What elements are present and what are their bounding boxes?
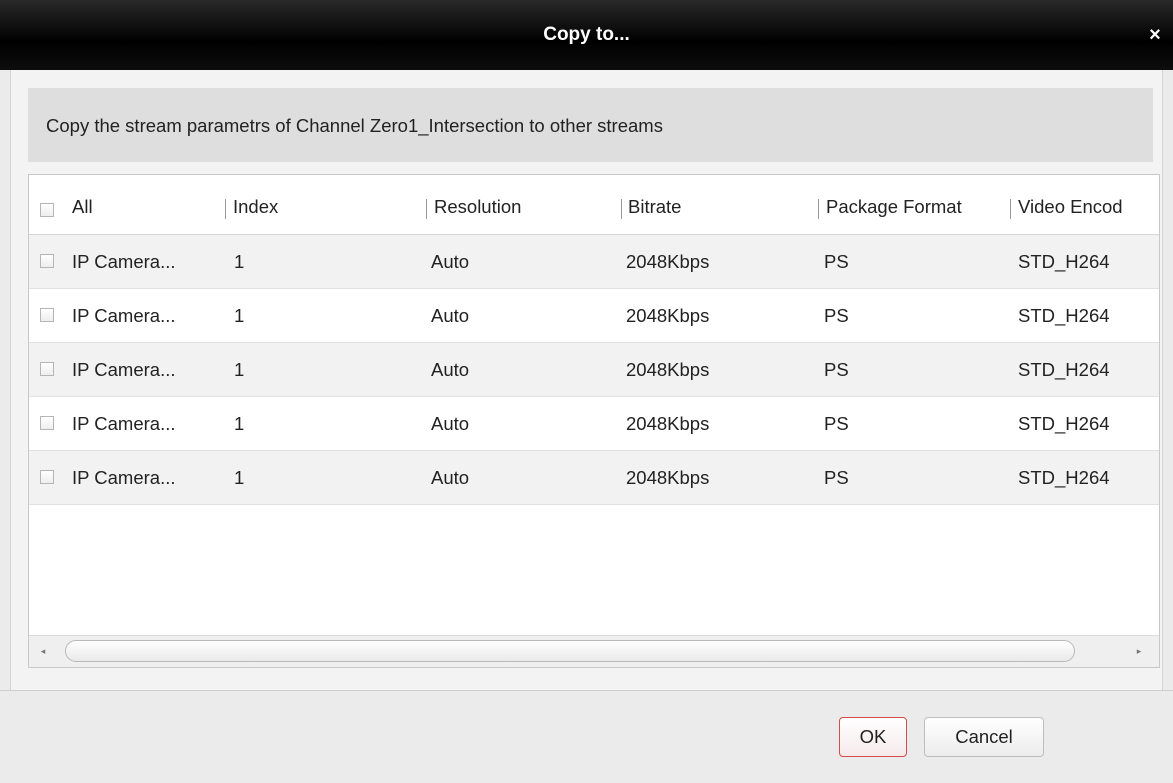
row-checkbox[interactable] [40, 308, 54, 322]
title-bar: Copy to... × [0, 0, 1173, 70]
header-video-encoding[interactable]: Video Encod [1018, 196, 1123, 218]
table-row[interactable]: IP Camera... 1 Auto 2048Kbps PS STD_H264 [29, 451, 1159, 505]
cell-package-format: PS [824, 467, 849, 488]
cell-name: IP Camera... [72, 305, 176, 326]
column-separator [818, 199, 819, 219]
ok-button[interactable]: OK [839, 717, 907, 757]
row-checkbox[interactable] [40, 470, 54, 484]
cell-bitrate: 2048Kbps [626, 305, 710, 326]
cell-package-format: PS [824, 305, 849, 326]
column-separator [1010, 199, 1011, 219]
cell-index: 1 [234, 467, 245, 488]
cell-index: 1 [234, 359, 245, 380]
cell-resolution: Auto [431, 305, 470, 326]
cell-resolution: Auto [431, 251, 470, 272]
cell-video-encoding: STD_H264 [1018, 413, 1110, 434]
close-icon[interactable]: × [1145, 25, 1165, 45]
row-checkbox[interactable] [40, 362, 54, 376]
table-row[interactable]: IP Camera... 1 Auto 2048Kbps PS STD_H264 [29, 343, 1159, 397]
header-all: All [72, 196, 93, 217]
table-header: All Index Resolution Bitrate Package For… [29, 175, 1159, 235]
cancel-button[interactable]: Cancel [924, 717, 1044, 757]
cell-video-encoding: STD_H264 [1018, 305, 1110, 326]
cell-video-encoding: STD_H264 [1018, 359, 1110, 380]
row-checkbox[interactable] [40, 254, 54, 268]
cell-package-format: PS [824, 359, 849, 380]
cell-name: IP Camera... [72, 467, 176, 488]
streams-table: All Index Resolution Bitrate Package For… [28, 174, 1160, 668]
cell-resolution: Auto [431, 413, 470, 434]
table-row[interactable]: IP Camera... 1 Auto 2048Kbps PS STD_H264 [29, 289, 1159, 343]
cell-video-encoding: STD_H264 [1018, 251, 1110, 272]
horizontal-scrollbar[interactable]: ◂ ▸ [29, 635, 1159, 667]
header-package-format[interactable]: Package Format [826, 196, 962, 218]
header-index[interactable]: Index [233, 196, 278, 218]
cell-index: 1 [234, 305, 245, 326]
cell-name: IP Camera... [72, 251, 176, 272]
cell-package-format: PS [824, 413, 849, 434]
header-bitrate[interactable]: Bitrate [628, 196, 681, 218]
cell-name: IP Camera... [72, 359, 176, 380]
footer-divider [0, 690, 1173, 691]
table-row[interactable]: IP Camera... 1 Auto 2048Kbps PS STD_H264 [29, 397, 1159, 451]
column-separator [225, 199, 226, 219]
scroll-thumb[interactable] [65, 640, 1075, 662]
description-panel: Copy the stream parametrs of Channel Zer… [28, 88, 1153, 162]
scroll-right-icon[interactable]: ▸ [1133, 644, 1145, 658]
table-row[interactable]: IP Camera... 1 Auto 2048Kbps PS STD_H264 [29, 235, 1159, 289]
cell-video-encoding: STD_H264 [1018, 467, 1110, 488]
row-checkbox[interactable] [40, 416, 54, 430]
cell-name: IP Camera... [72, 413, 176, 434]
cell-bitrate: 2048Kbps [626, 251, 710, 272]
cell-bitrate: 2048Kbps [626, 413, 710, 434]
header-resolution[interactable]: Resolution [434, 196, 521, 218]
column-separator [426, 199, 427, 219]
dialog-title: Copy to... [543, 24, 630, 45]
cell-resolution: Auto [431, 359, 470, 380]
cell-index: 1 [234, 413, 245, 434]
cell-bitrate: 2048Kbps [626, 467, 710, 488]
scroll-left-icon[interactable]: ◂ [37, 644, 49, 658]
cell-index: 1 [234, 251, 245, 272]
cell-package-format: PS [824, 251, 849, 272]
column-separator [621, 199, 622, 219]
copy-to-dialog: Copy to... × Copy the stream parametrs o… [0, 0, 1173, 783]
select-all-checkbox[interactable] [40, 203, 54, 217]
description-text: Copy the stream parametrs of Channel Zer… [46, 115, 663, 136]
cell-bitrate: 2048Kbps [626, 359, 710, 380]
cell-resolution: Auto [431, 467, 470, 488]
